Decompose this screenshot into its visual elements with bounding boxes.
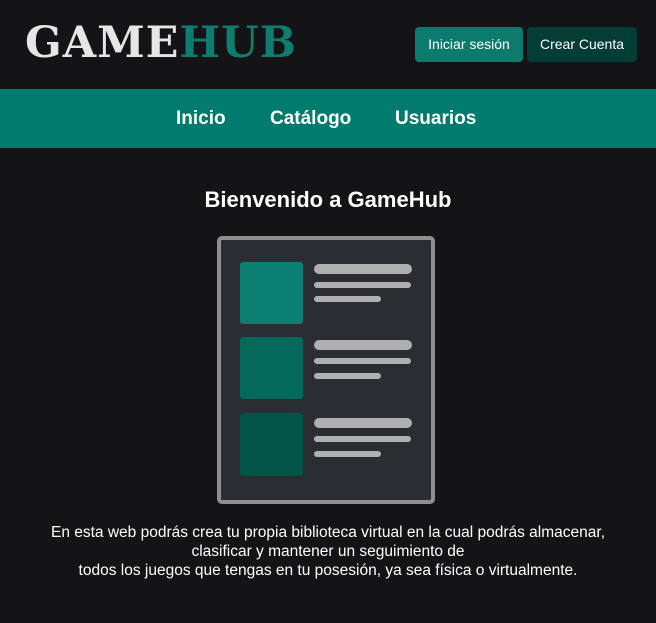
login-button[interactable]: Iniciar sesión — [415, 27, 523, 62]
header: GAMEHUB Iniciar sesión Crear Cuenta — [0, 0, 656, 89]
register-button[interactable]: Crear Cuenta — [527, 27, 637, 62]
description-line: En esta web podrás crea tu propia biblio… — [50, 524, 606, 541]
logo-hub-text: HUB — [179, 18, 297, 68]
nav-item-catalogo[interactable]: Catálogo — [270, 89, 351, 148]
description-line: todos los juegos que tengas en tu posesi… — [78, 562, 578, 579]
description: En esta web podrás crea tu propia biblio… — [0, 523, 656, 580]
main-nav: Inicio Catálogo Usuarios — [0, 89, 656, 148]
page-title: Bienvenido a GameHub — [204, 187, 452, 212]
logo-game-text: GAME — [25, 18, 180, 68]
description-line: clasificar y mantener un seguimiento de — [191, 543, 465, 560]
library-list-icon — [217, 236, 435, 504]
logo[interactable]: GAMEHUB — [25, 17, 297, 69]
nav-item-inicio[interactable]: Inicio — [176, 89, 226, 148]
nav-item-usuarios[interactable]: Usuarios — [395, 89, 476, 148]
